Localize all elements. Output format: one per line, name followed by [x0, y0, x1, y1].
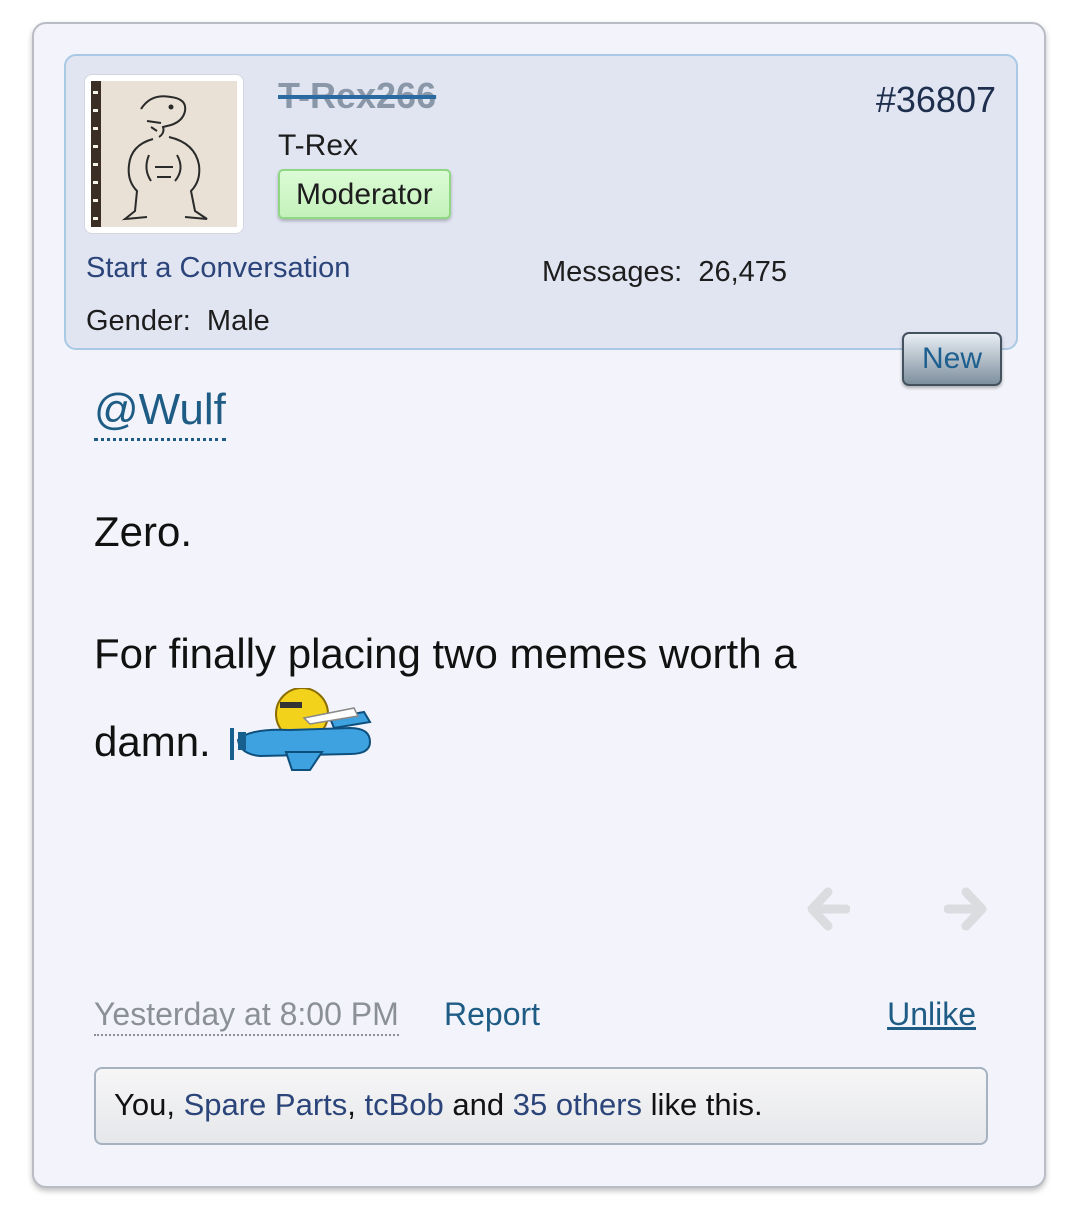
gender-value: Male — [206, 305, 270, 337]
avatar[interactable] — [84, 74, 244, 234]
likes-separator: , — [347, 1087, 356, 1122]
report-link[interactable]: Report — [444, 994, 540, 1034]
t-rex-avatar-image — [91, 81, 237, 227]
gender-label: Gender: — [86, 305, 191, 337]
arrow-left-icon[interactable] — [806, 886, 850, 932]
likes-and: and — [452, 1087, 505, 1122]
gender-stat: Gender: Male — [86, 303, 270, 339]
user-mention-link[interactable]: @Wulf — [94, 382, 226, 441]
message-line-1: Zero. — [94, 508, 193, 555]
post-number-link[interactable]: #36807 — [876, 78, 996, 122]
moderator-badge: Moderator — [278, 169, 451, 219]
messages-count: 26,475 — [698, 256, 788, 288]
arrow-right-icon[interactable] — [944, 886, 988, 932]
post-timestamp-link[interactable]: Yesterday at 8:00 PM — [94, 994, 399, 1036]
username[interactable]: T-Rex266 — [278, 74, 436, 118]
new-post-badge: New — [902, 332, 1002, 386]
message-line-3: damn. — [94, 718, 211, 765]
messages-stat: Messages: 26,475 — [542, 254, 787, 290]
message-line-2: For finally placing two memes worth a — [94, 630, 797, 677]
likes-suffix: like this. — [650, 1087, 763, 1122]
likes-others-link[interactable]: 35 others — [513, 1087, 642, 1122]
start-conversation-link[interactable]: Start a Conversation — [86, 250, 350, 286]
unlike-link[interactable]: Unlike — [887, 994, 976, 1034]
user-info-box: T-Rex266 T-Rex Moderator #36807 Start a … — [64, 54, 1018, 350]
airplane-smiley-icon — [230, 688, 372, 771]
liker-link-spare-parts[interactable]: Spare Parts — [184, 1087, 348, 1122]
likes-summary: You, Spare Parts, tcBob and 35 others li… — [94, 1067, 988, 1145]
likes-you: You, — [114, 1087, 175, 1122]
user-title: T-Rex — [278, 129, 359, 162]
post-card: T-Rex266 T-Rex Moderator #36807 Start a … — [32, 22, 1046, 1188]
liker-link-tcbob[interactable]: tcBob — [365, 1087, 444, 1122]
messages-label: Messages: — [542, 256, 683, 288]
